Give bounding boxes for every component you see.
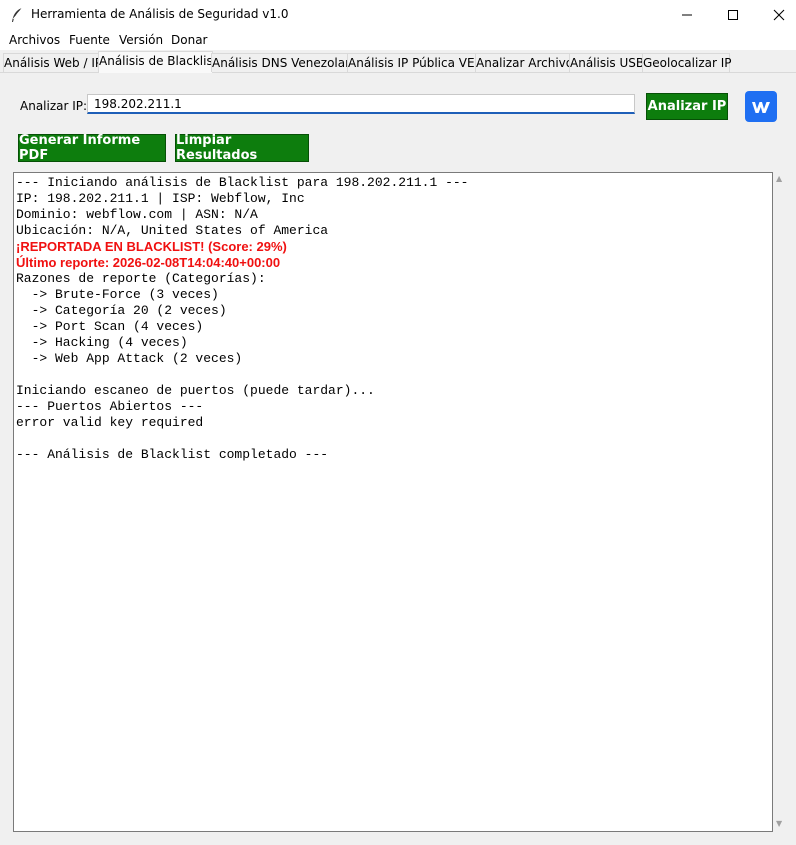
tab-analizar-archivo[interactable]: Analizar Archivo: [475, 53, 573, 72]
output-line: -> Brute-Force (3 veces): [16, 287, 219, 302]
output-alert-line: ¡REPORTADA EN BLACKLIST! (Score: 29%): [16, 239, 287, 254]
output-alert-line: Último reporte: 2026-02-08T14:04:40+00:0…: [16, 255, 281, 270]
tab-geolocalizar-ip[interactable]: Geolocalizar IP: [642, 53, 732, 72]
output-line: IP: 198.202.211.1 | ISP: Webflow, Inc: [16, 191, 305, 206]
menu-bar: Archivos Fuente Versión Donar: [0, 30, 796, 50]
output-line: Iniciando escaneo de puertos (puede tard…: [16, 383, 375, 398]
output-line: error valid key required: [16, 415, 204, 430]
output-line: -> Hacking (4 veces): [16, 335, 188, 350]
menu-archivos[interactable]: Archivos: [9, 33, 60, 47]
tab-analisis-blacklist[interactable]: Análisis de Blacklist: [98, 51, 217, 73]
output-line: Dominio: webflow.com | ASN: N/A: [16, 207, 258, 222]
output-line: -> Port Scan (4 veces): [16, 319, 204, 334]
window-title: Herramienta de Análisis de Seguridad v1.…: [31, 7, 289, 21]
maximize-button[interactable]: [710, 0, 756, 30]
menu-fuente[interactable]: Fuente: [69, 33, 110, 47]
output-line: --- Análisis de Blacklist completado ---: [16, 447, 329, 462]
results-output[interactable]: --- Iniciando análisis de Blacklist para…: [13, 172, 773, 832]
ip-label: Analizar IP:: [20, 99, 88, 113]
tab-analisis-ip-publica-ven[interactable]: Análisis IP Pública VEN: [347, 53, 484, 72]
menu-donar[interactable]: Donar: [171, 33, 207, 47]
output-line: --- Iniciando análisis de Blacklist para…: [16, 175, 469, 190]
close-button[interactable]: [756, 0, 796, 30]
generate-pdf-button[interactable]: Generar Informe PDF: [18, 133, 166, 163]
tab-analisis-web-ip[interactable]: Análisis Web / IP: [3, 53, 102, 72]
output-line: -> Web App Attack (2 veces): [16, 351, 243, 366]
maximize-icon: [728, 10, 738, 20]
close-icon: [773, 9, 785, 21]
tab-bar: Análisis Web / IP Análisis de Blacklist …: [0, 51, 796, 73]
output-line: --- Puertos Abiertos ---: [16, 399, 204, 414]
analyze-ip-button[interactable]: Analizar IP: [646, 93, 728, 120]
minimize-button[interactable]: [664, 0, 710, 30]
minimize-icon: [682, 14, 692, 16]
tab-analisis-dns-venezolano[interactable]: Análisis DNS Venezolano: [211, 53, 360, 72]
output-line: -> Categoría 20 (2 veces): [16, 303, 227, 318]
title-bar: Herramienta de Análisis de Seguridad v1.…: [0, 0, 796, 30]
feather-icon: [12, 7, 23, 22]
tab-analisis-usb[interactable]: Análisis USB: [569, 53, 644, 72]
clear-results-button[interactable]: Limpiar Resultados: [175, 133, 309, 163]
ip-input[interactable]: [87, 94, 635, 114]
webflow-button[interactable]: [745, 91, 777, 122]
scroll-down-icon[interactable]: ▼: [776, 819, 782, 828]
menu-version[interactable]: Versión: [119, 33, 163, 47]
webflow-icon: [752, 101, 770, 113]
output-scrollbar[interactable]: ▲ ▼: [773, 172, 788, 832]
scroll-up-icon[interactable]: ▲: [776, 174, 782, 183]
output-line: Razones de reporte (Categorías):: [16, 271, 266, 286]
output-line: Ubicación: N/A, United States of America: [16, 223, 329, 238]
